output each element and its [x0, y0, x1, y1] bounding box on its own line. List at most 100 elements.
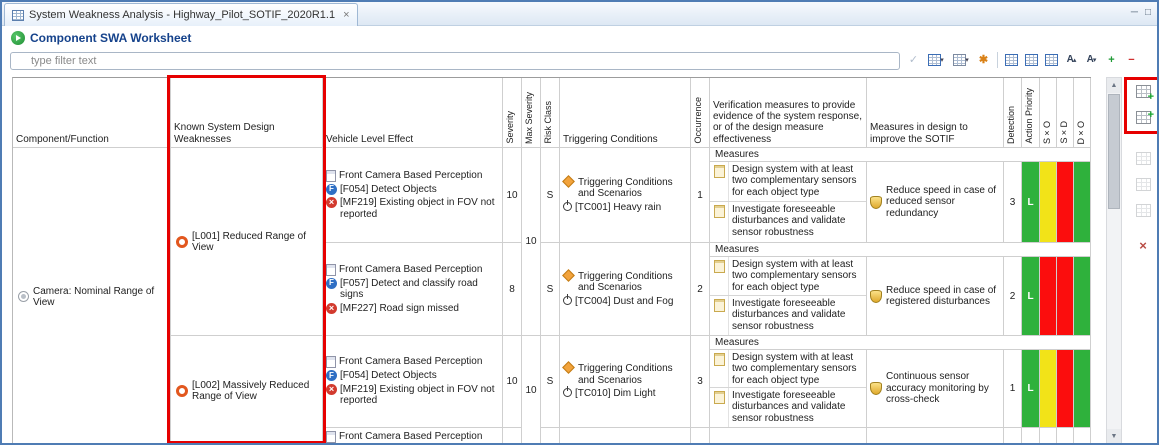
verification-measures-cell[interactable]: Design system with at least two compleme… [710, 350, 867, 428]
design-measure-text: Continuous sensor accuracy monitoring by… [886, 371, 1000, 406]
column-header-sxd: S×D [1057, 78, 1074, 148]
collapse-all-button[interactable]: − [1123, 51, 1140, 68]
expand-all-button[interactable]: + [1103, 51, 1120, 68]
editor-tab-title: System Weakness Analysis - Highway_Pilot… [29, 9, 335, 21]
severity-cell[interactable]: 10 [503, 336, 522, 428]
detection-cell[interactable] [1004, 428, 1022, 445]
sxo-risk-cell[interactable] [1040, 162, 1057, 243]
verification-measures-cell[interactable]: Design system with at least two compleme… [710, 162, 867, 243]
vertical-scrollbar[interactable]: ▲ ▼ [1106, 77, 1122, 445]
severity-value: 10 [506, 190, 517, 201]
font-decrease-button[interactable]: A▾ [1083, 51, 1100, 68]
sxd-risk-cell[interactable] [1057, 428, 1074, 445]
component-cell[interactable]: Camera: Nominal Range of View [13, 148, 171, 445]
table-view-button-1[interactable] [1003, 51, 1020, 68]
sxo-risk-cell[interactable] [1040, 428, 1057, 445]
design-measure-cell[interactable]: Reduce speed in case of registered distu… [867, 257, 1004, 336]
weakness-cell-l002[interactable]: [L002] Massively Reduced Range of View [171, 336, 323, 445]
occurrence-cell[interactable]: 1 [691, 148, 710, 243]
action-priority-cell[interactable] [1022, 428, 1040, 445]
sxo-risk-cell[interactable] [1040, 257, 1057, 336]
effect-cell[interactable]: Front Camera Based Perception F[F054] De… [323, 148, 503, 243]
risk-class-cell[interactable] [541, 428, 560, 445]
severity-cell[interactable]: 10 [503, 148, 522, 243]
dxo-risk-cell[interactable] [1074, 428, 1091, 445]
move-row-up-button-disabled[interactable] [1130, 173, 1156, 196]
weakness-icon [176, 236, 188, 248]
add-weakness-row-button[interactable]: + [1130, 80, 1156, 103]
severity-cell[interactable]: 8 [503, 243, 522, 336]
dropdown-arrow-icon: ▾ [965, 56, 969, 64]
design-measure-cell[interactable] [867, 428, 1004, 445]
design-measure-cell[interactable]: Continuous sensor accuracy monitoring by… [867, 350, 1004, 428]
action-priority-value: L [1027, 197, 1033, 208]
component-label: Camera: Nominal Range of View [33, 286, 158, 308]
measures-group-header[interactable]: Measures [710, 336, 1091, 350]
severity-cell[interactable] [503, 428, 522, 445]
detection-cell[interactable]: 3 [1004, 162, 1022, 243]
max-severity-cell[interactable]: 10 [522, 336, 541, 445]
design-measure-text: Reduce speed in case of registered distu… [886, 285, 1000, 308]
risk-class-cell[interactable]: S [541, 336, 560, 428]
weakness-cell-l001[interactable]: [L001] Reduced Range of View [171, 148, 323, 336]
occurrence-cell[interactable]: 2 [691, 243, 710, 336]
minimize-button[interactable]: ─ [1131, 6, 1138, 20]
max-severity-cell[interactable]: 10 [522, 148, 541, 336]
measures-group-header[interactable]: Measures [710, 148, 1091, 162]
detection-value: 2 [1010, 291, 1016, 302]
toolbar-separator [997, 52, 998, 68]
column-header-triggering: Triggering Conditions [560, 78, 691, 148]
measures-group-header[interactable]: Measures [710, 243, 1091, 257]
highlight-menu-button-1[interactable]: ▾ [925, 51, 947, 68]
sxd-risk-cell[interactable] [1057, 162, 1074, 243]
delete-row-button[interactable]: × [1130, 234, 1156, 257]
table-view-button-2[interactable] [1023, 51, 1040, 68]
risk-class-cell[interactable]: S [541, 243, 560, 336]
action-priority-cell[interactable]: L [1022, 350, 1040, 428]
triggering-cell[interactable]: Triggering Conditions and Scenarios [TC0… [560, 243, 691, 336]
design-measure-cell[interactable]: Reduce speed in case of reduced sensor r… [867, 162, 1004, 243]
commit-filter-button[interactable]: ✓ [905, 51, 922, 68]
highlight-menu-button-2[interactable]: ▾ [950, 51, 972, 68]
action-priority-cell[interactable]: L [1022, 257, 1040, 336]
verification-measures-cell[interactable] [710, 428, 867, 445]
action-priority-cell[interactable]: L [1022, 162, 1040, 243]
triggering-cell[interactable]: Triggering Conditions and Scenarios [TC0… [560, 336, 691, 428]
move-row-down-button-disabled[interactable] [1130, 199, 1156, 222]
column-header-label: Risk Class [543, 101, 553, 144]
dxo-risk-cell[interactable] [1074, 257, 1091, 336]
table-view-icon-3 [1045, 54, 1058, 66]
risk-class-cell[interactable]: S [541, 148, 560, 243]
table-view-button-3[interactable] [1043, 51, 1060, 68]
sxd-risk-cell[interactable] [1057, 350, 1074, 428]
tab-close-icon[interactable]: × [343, 9, 349, 21]
dxo-risk-cell[interactable] [1074, 350, 1091, 428]
sxo-risk-cell[interactable] [1040, 350, 1057, 428]
detection-cell[interactable]: 1 [1004, 350, 1022, 428]
editor-tab[interactable]: System Weakness Analysis - Highway_Pilot… [4, 3, 358, 26]
triggering-group-label: Triggering Conditions and Scenarios [578, 177, 687, 200]
occurrence-cell[interactable] [691, 428, 710, 445]
verification-measures-cell[interactable]: Design system with at least two compleme… [710, 257, 867, 336]
dxo-risk-cell[interactable] [1074, 162, 1091, 243]
detection-cell[interactable]: 2 [1004, 257, 1022, 336]
effect-cell[interactable]: Front Camera Based Perception F[F054] De… [323, 336, 503, 428]
scrollbar-thumb[interactable] [1108, 94, 1120, 209]
verification-measure-text: Design system with at least two compleme… [729, 350, 866, 387]
occurrence-cell[interactable]: 3 [691, 336, 710, 428]
sxd-risk-cell[interactable] [1057, 257, 1074, 336]
font-increase-button[interactable]: A▴ [1063, 51, 1080, 68]
filter-input[interactable] [10, 52, 900, 70]
scroll-down-button[interactable]: ▼ [1107, 429, 1121, 444]
maximize-button[interactable]: □ [1145, 6, 1151, 20]
triggering-cell[interactable] [560, 428, 691, 445]
triggering-cell[interactable]: Triggering Conditions and Scenarios [TC0… [560, 148, 691, 243]
column-header-occurrence: Occurrence [691, 78, 710, 148]
column-header-sxo: S×O [1040, 78, 1057, 148]
effect-cell[interactable]: Front Camera Based Perception F[F054] De… [323, 428, 503, 445]
scroll-up-button[interactable]: ▲ [1107, 78, 1121, 93]
add-child-row-button[interactable]: + [1130, 106, 1156, 129]
recalculate-button[interactable]: ✱ [975, 51, 992, 68]
insert-row-button-disabled[interactable] [1130, 147, 1156, 170]
effect-cell[interactable]: Front Camera Based Perception F[F057] De… [323, 243, 503, 336]
